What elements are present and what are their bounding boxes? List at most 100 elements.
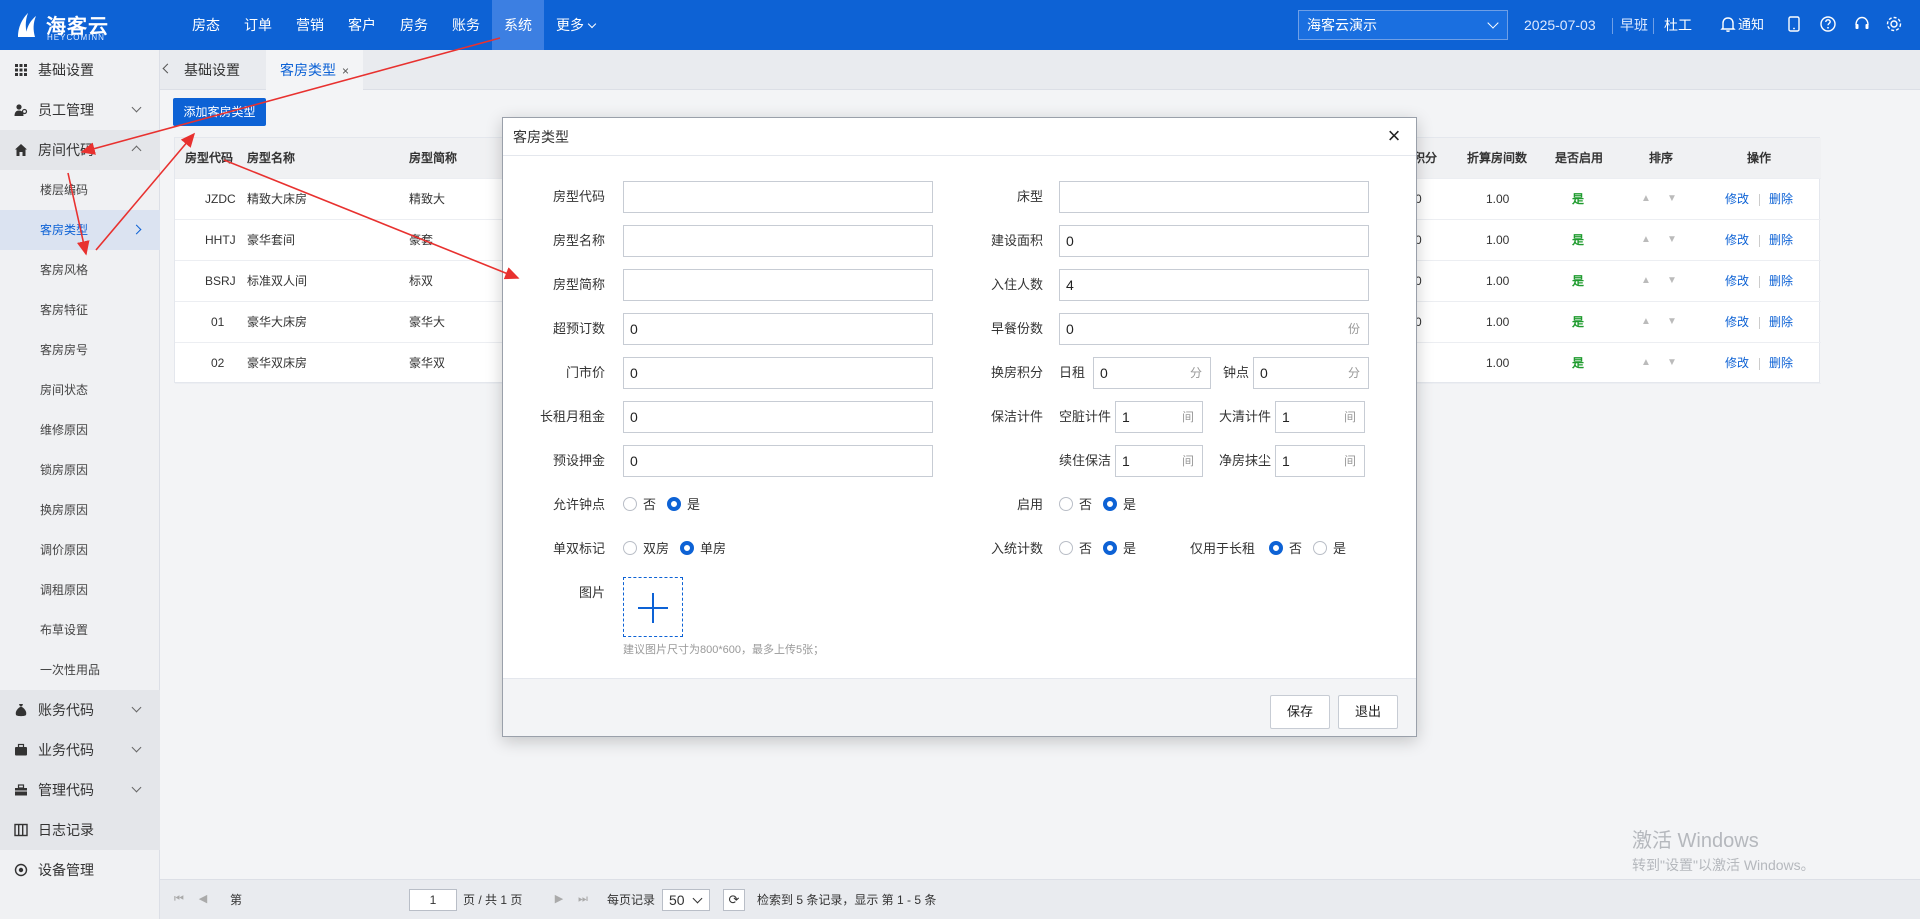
sidebar-group-basic-settings[interactable]: 基础设置 <box>0 50 160 90</box>
first-page-icon[interactable]: ⏮ <box>172 892 186 906</box>
close-icon[interactable]: × <box>1382 124 1406 148</box>
move-down-icon[interactable]: ▼ <box>1667 235 1677 245</box>
overbook-input[interactable]: 0 <box>623 313 933 345</box>
sidebar-item-disposables[interactable]: 一次性用品 <box>0 650 160 690</box>
sidebar-group-account-codes[interactable]: 账务代码 <box>0 690 160 730</box>
nav-item-more[interactable]: 更多 <box>544 0 607 50</box>
bed-type-input[interactable] <box>1059 181 1369 213</box>
type-code-input[interactable] <box>623 181 933 213</box>
sidebar-item-room-numbers[interactable]: 客房房号 <box>0 330 160 370</box>
sidebar-group-room-codes[interactable]: 房间代码 <box>0 130 160 170</box>
sidebar-group-business-codes[interactable]: 业务代码 <box>0 730 160 770</box>
move-up-icon[interactable]: ▲ <box>1641 235 1651 245</box>
enabled-no-radio[interactable]: 否 <box>1059 489 1092 521</box>
move-up-icon[interactable]: ▲ <box>1641 276 1651 286</box>
long-rent-input[interactable]: 0 <box>623 401 933 433</box>
nav-item-marketing[interactable]: 营销 <box>284 0 336 50</box>
exit-button[interactable]: 退出 <box>1338 695 1398 729</box>
vacant-dirty-input[interactable]: 1间 <box>1115 401 1203 433</box>
logo[interactable]: 海客云 HEYCOMINN <box>14 8 154 42</box>
delete-link[interactable]: 删除 <box>1769 179 1793 220</box>
move-down-icon[interactable]: ▼ <box>1667 276 1677 286</box>
edit-link[interactable]: 修改 <box>1725 220 1749 261</box>
sidebar-item-linen-settings[interactable]: 布草设置 <box>0 610 160 650</box>
edit-link[interactable]: 修改 <box>1725 179 1749 220</box>
bell-icon[interactable] <box>1718 14 1738 34</box>
move-up-icon[interactable]: ▲ <box>1641 358 1651 368</box>
count-stats-no-radio[interactable]: 否 <box>1059 533 1092 565</box>
prev-page-icon[interactable]: ◀ <box>196 892 210 906</box>
close-icon[interactable]: × <box>342 64 349 78</box>
notice-label[interactable]: 通知 <box>1738 0 1764 50</box>
sidebar-item-lock-reasons[interactable]: 锁房原因 <box>0 450 160 490</box>
nav-item-housekeeping[interactable]: 房务 <box>388 0 440 50</box>
delete-link[interactable]: 删除 <box>1769 261 1793 302</box>
sidebar-item-room-status[interactable]: 房间状态 <box>0 370 160 410</box>
dusting-input[interactable]: 1间 <box>1275 445 1365 477</box>
sidebar-group-devices[interactable]: 设备管理 <box>0 850 160 890</box>
help-icon[interactable] <box>1818 14 1838 34</box>
sidebar-group-logs[interactable]: 日志记录 <box>0 810 160 850</box>
nav-item-system[interactable]: 系统 <box>492 0 544 50</box>
shift-label[interactable]: 早班 <box>1620 0 1648 50</box>
edit-link[interactable]: 修改 <box>1725 302 1749 343</box>
hotel-select[interactable]: 海客云演示 <box>1298 10 1508 40</box>
move-up-icon[interactable]: ▲ <box>1641 317 1651 327</box>
type-name-input[interactable] <box>623 225 933 257</box>
area-input[interactable]: 0 <box>1059 225 1369 257</box>
move-down-icon[interactable]: ▼ <box>1667 194 1677 204</box>
nav-item-accounts[interactable]: 账务 <box>440 0 492 50</box>
edit-link[interactable]: 修改 <box>1725 261 1749 302</box>
deposit-input[interactable]: 0 <box>623 445 933 477</box>
double-room-radio[interactable]: 双房 <box>623 533 669 565</box>
move-down-icon[interactable]: ▼ <box>1667 317 1677 327</box>
day-rent-points-input[interactable]: 0分 <box>1093 357 1211 389</box>
allow-hourly-no-radio[interactable]: 否 <box>623 489 656 521</box>
count-stats-yes-radio[interactable]: 是 <box>1103 533 1136 565</box>
tab-room-types[interactable]: 客房类型 × <box>266 50 364 90</box>
refresh-button[interactable]: ⟳ <box>723 889 745 911</box>
delete-link[interactable]: 删除 <box>1769 220 1793 261</box>
move-down-icon[interactable]: ▼ <box>1667 358 1677 368</box>
long-rent-only-no-radio[interactable]: 否 <box>1269 533 1302 565</box>
nav-item-orders[interactable]: 订单 <box>232 0 284 50</box>
delete-link[interactable]: 删除 <box>1769 343 1793 384</box>
tablet-icon[interactable] <box>1784 14 1804 34</box>
image-upload-button[interactable] <box>623 577 683 637</box>
page-number-input[interactable]: 1 <box>409 889 457 911</box>
headset-icon[interactable] <box>1852 14 1872 34</box>
sidebar-item-room-style[interactable]: 客房风格 <box>0 250 160 290</box>
single-room-radio[interactable]: 单房 <box>680 533 726 565</box>
sidebar-item-repair-reasons[interactable]: 维修原因 <box>0 410 160 450</box>
nav-item-room-status[interactable]: 房态 <box>180 0 232 50</box>
enabled-yes-radio[interactable]: 是 <box>1103 489 1136 521</box>
sidebar-group-staff[interactable]: 员工管理 <box>0 90 160 130</box>
sidebar-item-price-adjust-reasons[interactable]: 调价原因 <box>0 530 160 570</box>
next-page-icon[interactable]: ▶ <box>552 892 566 906</box>
sidebar-item-floor-codes[interactable]: 楼层编码 <box>0 170 160 210</box>
deep-clean-input[interactable]: 1间 <box>1275 401 1365 433</box>
nav-item-customers[interactable]: 客户 <box>336 0 388 50</box>
allow-hourly-yes-radio[interactable]: 是 <box>667 489 700 521</box>
add-room-type-button[interactable]: 添加客房类型 <box>173 98 266 126</box>
move-up-icon[interactable]: ▲ <box>1641 194 1651 204</box>
long-rent-only-yes-radio[interactable]: 是 <box>1313 533 1346 565</box>
last-page-icon[interactable]: ⏭ <box>576 892 590 906</box>
user-name[interactable]: 杜工 <box>1664 0 1692 50</box>
breakfast-input[interactable]: 0份 <box>1059 313 1369 345</box>
sidebar-item-room-features[interactable]: 客房特征 <box>0 290 160 330</box>
save-button[interactable]: 保存 <box>1270 695 1330 729</box>
edit-link[interactable]: 修改 <box>1725 343 1749 384</box>
page-size-select[interactable]: 50 <box>662 889 710 911</box>
sidebar-item-change-reasons[interactable]: 换房原因 <box>0 490 160 530</box>
sidebar-item-rent-adjust-reasons[interactable]: 调租原因 <box>0 570 160 610</box>
tab-basic-settings[interactable]: 基础设置 <box>170 50 254 90</box>
rack-rate-input[interactable]: 0 <box>623 357 933 389</box>
occupancy-input[interactable]: 4 <box>1059 269 1369 301</box>
stay-over-input[interactable]: 1间 <box>1115 445 1203 477</box>
sidebar-item-room-types[interactable]: 客房类型 <box>0 210 160 250</box>
sidebar-group-management-codes[interactable]: 管理代码 <box>0 770 160 810</box>
hourly-points-input[interactable]: 0分 <box>1253 357 1369 389</box>
type-short-input[interactable] <box>623 269 933 301</box>
settings-icon[interactable] <box>1884 14 1904 34</box>
